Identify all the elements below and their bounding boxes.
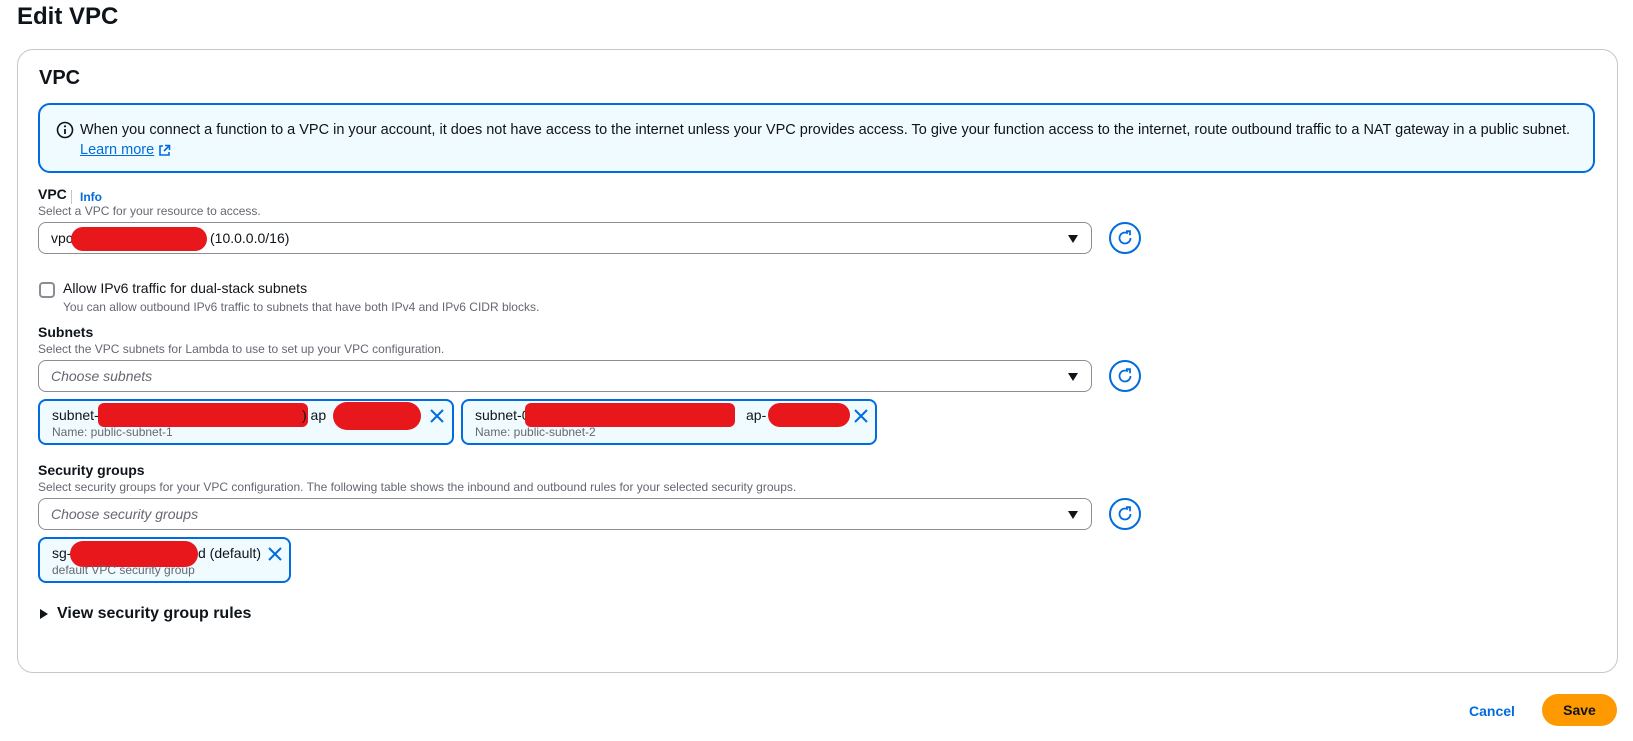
cancel-button[interactable]: Cancel [1457, 695, 1527, 727]
subnet-token-az: ap- [746, 407, 767, 423]
vpc-description: Select a VPC for your resource to access… [38, 204, 261, 218]
close-icon[interactable] [430, 409, 444, 423]
caret-down-icon [1068, 373, 1078, 381]
ipv6-checkbox-label[interactable]: Allow IPv6 traffic for dual-stack subnet… [63, 280, 307, 296]
info-alert: When you connect a function to a VPC in … [38, 103, 1595, 173]
vpc-container: VPC When you connect a function to a VPC… [17, 49, 1618, 673]
security-groups-label: Security groups [38, 462, 145, 478]
security-groups-description: Select security groups for your VPC conf… [38, 480, 797, 494]
security-group-token: sg- d (default) default VPC security gro… [38, 537, 291, 583]
redaction-mark [333, 402, 421, 430]
subnets-refresh-button[interactable] [1109, 360, 1141, 392]
redaction-mark [71, 227, 207, 251]
caret-down-icon [1068, 511, 1078, 519]
vpc-label: VPC [38, 186, 67, 202]
ipv6-checkbox[interactable] [39, 282, 55, 298]
subnet-token-id: subnet- [52, 407, 99, 423]
section-title: VPC [39, 67, 81, 89]
security-group-token-id: sg- [52, 545, 72, 561]
vpc-value-prefix: vpc [51, 230, 73, 246]
learn-more-link[interactable]: Learn more [80, 140, 171, 160]
redaction-mark [98, 403, 308, 427]
subnets-placeholder: Choose subnets [51, 368, 153, 384]
info-link[interactable]: Info [80, 190, 102, 204]
subnets-description: Select the VPC subnets for Lambda to use… [38, 342, 445, 356]
subnet-token-name: Name: public-subnet-1 [52, 425, 173, 439]
redaction-mark [768, 403, 850, 427]
security-groups-select[interactable]: Choose security groups [38, 498, 1092, 530]
security-group-token-suffix: d (default) [198, 545, 262, 561]
close-icon[interactable] [854, 409, 868, 423]
view-security-group-rules-expander[interactable]: View security group rules [39, 605, 251, 623]
close-icon[interactable] [268, 547, 282, 561]
subnets-label: Subnets [38, 324, 94, 340]
subnet-token-name: Name: public-subnet-2 [475, 425, 596, 439]
refresh-icon [1118, 506, 1132, 521]
vpc-refresh-button[interactable] [1109, 222, 1141, 254]
caret-down-icon [1068, 235, 1078, 243]
info-icon [56, 121, 74, 139]
subnet-token-az: ) ap [302, 407, 327, 423]
save-button[interactable]: Save [1542, 694, 1617, 726]
security-groups-refresh-button[interactable] [1109, 498, 1141, 530]
refresh-icon [1118, 230, 1132, 245]
info-separator [71, 190, 72, 204]
subnet-token: subnet-0 ap- Name: public-subnet-2 [461, 399, 877, 445]
learn-more-label: Learn more [80, 142, 155, 158]
external-link-icon [159, 144, 171, 156]
security-groups-placeholder: Choose security groups [51, 506, 199, 522]
subnet-token-id: subnet-0 [475, 407, 530, 423]
redaction-mark [525, 403, 735, 427]
subnet-token: subnet- ) ap Name: public-subnet-1 [38, 399, 454, 445]
alert-text: When you connect a function to a VPC in … [80, 122, 1571, 138]
expander-label: View security group rules [57, 605, 252, 622]
page-title: Edit VPC [17, 3, 119, 30]
subnets-select[interactable]: Choose subnets [38, 360, 1092, 392]
refresh-icon [1118, 368, 1132, 383]
vpc-select[interactable]: vpc (10.0.0.0/16) [38, 222, 1092, 254]
security-group-token-name: default VPC security group [52, 563, 195, 577]
caret-right-icon [40, 609, 48, 619]
ipv6-description: You can allow outbound IPv6 traffic to s… [63, 300, 540, 314]
vpc-value-cidr: (10.0.0.0/16) [210, 230, 290, 246]
